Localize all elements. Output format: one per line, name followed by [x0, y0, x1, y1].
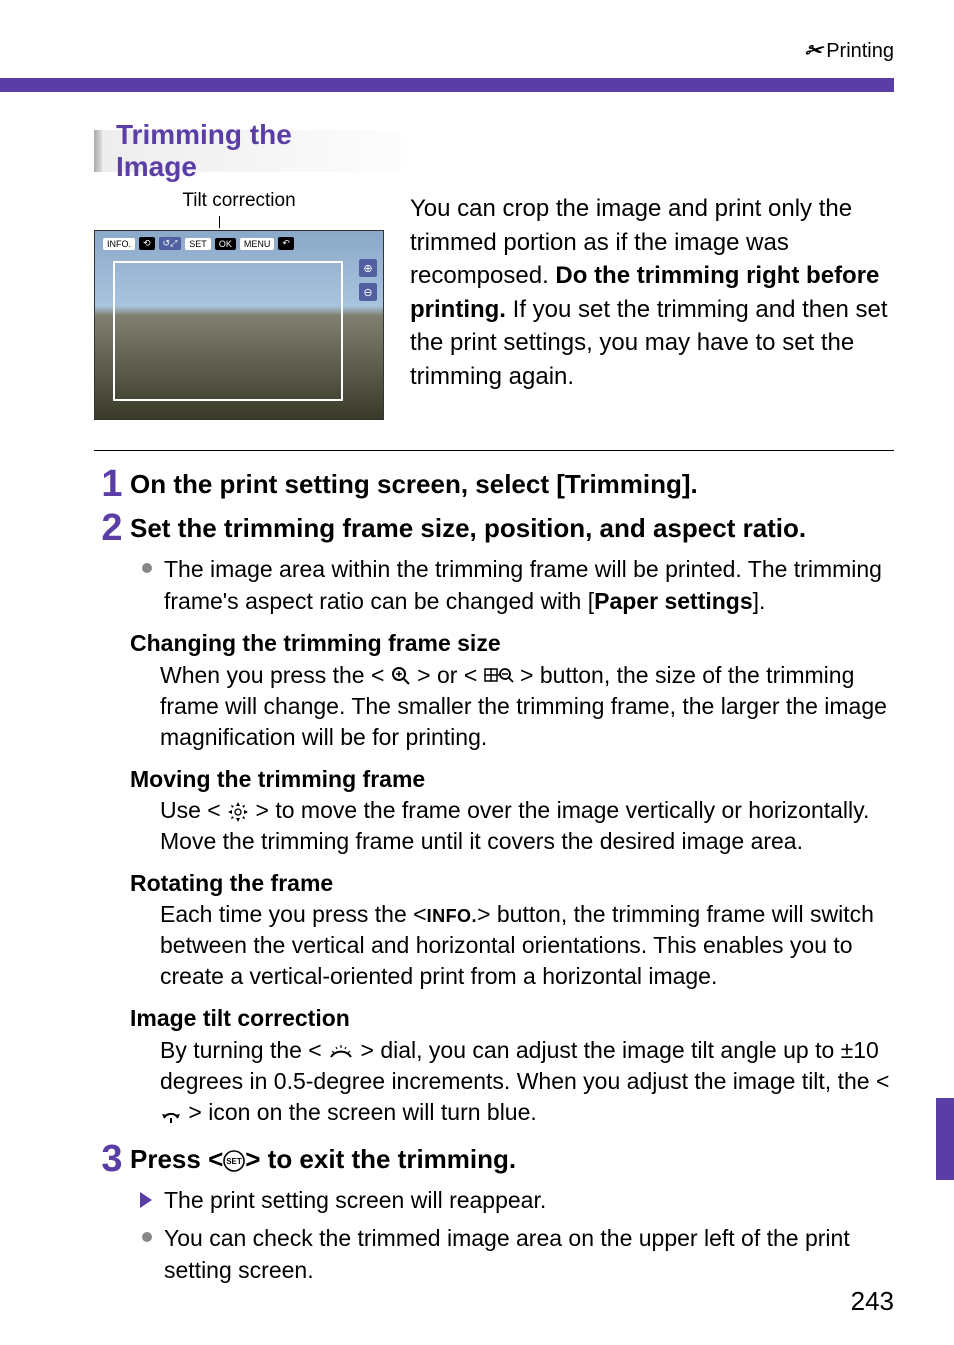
chip-tilt: ↺⤢	[159, 237, 182, 250]
heading-text: Trimming the Image	[102, 130, 402, 172]
step-2: 2 Set the trimming frame size, position,…	[94, 507, 894, 547]
step-2-title: Set the trimming frame size, position, a…	[130, 513, 894, 544]
s3-title-b: > to exit the trimming.	[245, 1144, 516, 1174]
step-1-title: On the print setting screen, select [Tri…	[130, 469, 894, 500]
chip-back: ↶	[278, 237, 294, 250]
step-3: 3 Press <SET> to exit the trimming.	[94, 1138, 894, 1178]
step-3-bullet-text: You can check the trimmed image area on …	[164, 1222, 894, 1286]
s2-h3: Rotating the frame	[130, 867, 894, 899]
chip-menu: MENU	[240, 238, 275, 250]
step-3-body: The print setting screen will reappear. …	[130, 1184, 894, 1287]
leader-line	[219, 216, 220, 228]
step-2-body: The image area within the trimming frame…	[130, 553, 894, 1128]
step-2-number: 2	[94, 509, 130, 547]
tilt-icon	[160, 1104, 182, 1124]
s2-h2: Moving the trimming frame	[130, 763, 894, 795]
result-triangle-icon	[140, 1192, 152, 1208]
page-number: 243	[851, 1286, 894, 1317]
s2-h4-body: By turning the < > dial, you can adjust …	[160, 1035, 894, 1128]
figure-toolbar: INFO. ⟲ ↺⤢ SET OK MENU ↶	[103, 237, 294, 250]
trimming-preview-figure: INFO. ⟲ ↺⤢ SET OK MENU ↶ ⊕ ⊖	[94, 230, 384, 420]
bullet-icon	[142, 1232, 152, 1242]
s2-h4: Image tilt correction	[130, 1002, 894, 1034]
s2-h3-a: Each time you press the <	[160, 901, 427, 927]
s2-h1: Changing the trimming frame size	[130, 627, 894, 659]
index-magnify-minus-icon	[484, 666, 514, 686]
section-heading: Trimming the Image	[94, 130, 402, 172]
step-3-title: Press <SET> to exit the trimming.	[130, 1144, 894, 1175]
step-list: 1 On the print setting screen, select [T…	[94, 450, 894, 1286]
zoom-icons: ⊕ ⊖	[359, 259, 377, 301]
header-divider	[0, 78, 894, 92]
step-1: 1 On the print setting screen, select [T…	[94, 463, 894, 503]
bullet-icon	[142, 563, 152, 573]
multi-controller-icon	[227, 801, 249, 823]
figure-column: Tilt correction INFO. ⟲ ↺⤢ SET OK MENU ↶…	[94, 190, 384, 420]
magnify-plus-icon	[391, 666, 411, 686]
s2-bullet-bold: Paper settings	[594, 588, 753, 614]
printer-icon: ✂	[802, 38, 825, 63]
s2-h4-a: By turning the <	[160, 1037, 322, 1063]
chip-set: SET	[185, 238, 211, 250]
s2-h2-a: Use <	[160, 797, 221, 823]
info-button-icon: INFO.	[427, 904, 478, 928]
step-3-number: 3	[94, 1140, 130, 1178]
s2-h1-b: > or <	[417, 662, 477, 688]
s2-h2-b: > to move the frame over the image verti…	[160, 797, 869, 854]
s2-h2-body: Use < > to move the frame over the image…	[160, 795, 894, 857]
chip-ok: OK	[215, 238, 236, 250]
tilt-correction-label: Tilt correction	[94, 190, 384, 212]
step-3-bullet-row: You can check the trimmed image area on …	[130, 1222, 894, 1286]
chip-rotate: ⟲	[139, 237, 155, 250]
chip-info: INFO.	[103, 238, 135, 250]
trim-box	[113, 261, 343, 401]
svg-text:SET: SET	[226, 1157, 242, 1166]
s2-bullet-a: The image area within the trimming frame…	[164, 556, 882, 614]
step-2-bullet: The image area within the trimming frame…	[130, 553, 894, 617]
s2-bullet-b: ].	[753, 588, 766, 614]
header-label: Printing	[826, 40, 894, 62]
set-button-icon: SET	[223, 1150, 245, 1172]
rule-top	[94, 450, 894, 451]
zoom-in-icon: ⊕	[359, 259, 377, 277]
heading-accent	[94, 130, 102, 172]
step-3-tri-row: The print setting screen will reappear.	[130, 1184, 894, 1216]
intro-paragraph: You can crop the image and print only th…	[410, 192, 894, 394]
s2-h1-a: When you press the <	[160, 662, 384, 688]
chapter-tab	[936, 1098, 954, 1180]
s2-h3-body: Each time you press the <INFO.> button, …	[160, 899, 894, 992]
s3-title-a: Press <	[130, 1144, 223, 1174]
s2-h1-body: When you press the < > or < > button, th…	[160, 660, 894, 753]
zoom-out-icon: ⊖	[359, 283, 377, 301]
step-1-number: 1	[94, 465, 130, 503]
step-2-bullet-text: The image area within the trimming frame…	[164, 553, 894, 617]
s2-h4-c: > icon on the screen will turn blue.	[188, 1099, 536, 1125]
step-3-result-text: The print setting screen will reappear.	[164, 1184, 546, 1216]
main-dial-icon	[328, 1042, 354, 1060]
page-header: ✂Printing	[805, 38, 894, 63]
